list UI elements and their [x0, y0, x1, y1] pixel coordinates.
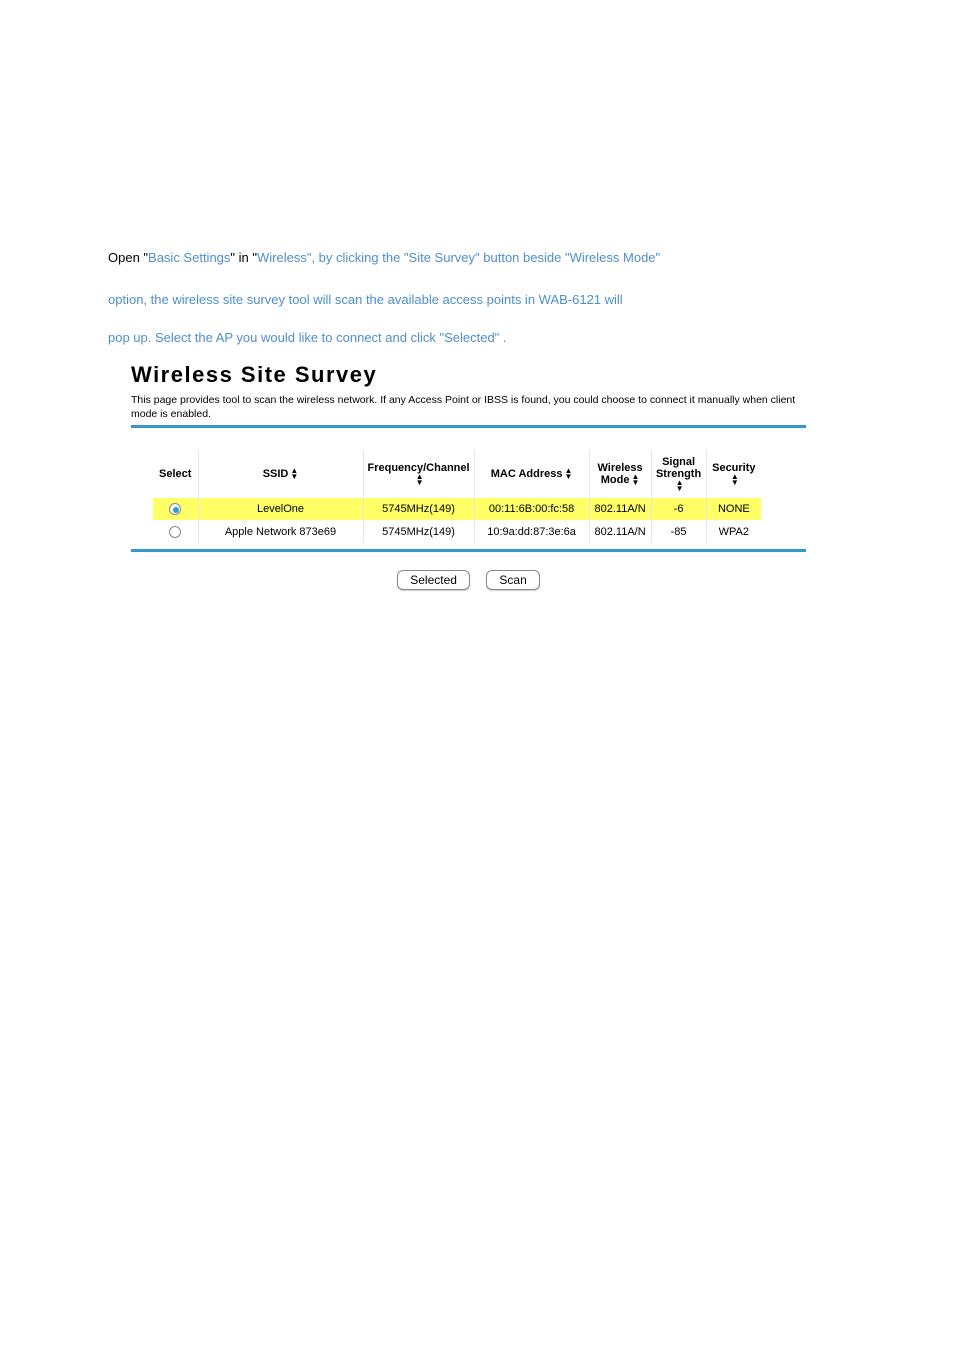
quote-end: ": [656, 250, 661, 265]
header-signal-label: Signal Strength: [656, 456, 701, 480]
divider-bottom: [131, 549, 806, 552]
instruction-line-1: Open "Basic Settings" in "Wireless", by …: [108, 248, 834, 268]
cell-ssid: Apple Network 873e69: [198, 520, 363, 542]
cell-signal: -85: [651, 520, 706, 542]
site-survey-screenshot: Wireless Site Survey This page provides …: [131, 362, 806, 590]
header-security[interactable]: Security: [706, 450, 761, 498]
sort-icon: [731, 474, 739, 486]
cell-mode: 802.11A/N: [589, 498, 651, 520]
beside-text: " button beside ": [475, 250, 570, 265]
header-ssid-label: SSID: [263, 468, 289, 480]
instruction-line-3: pop up. Select the AP you would like to …: [108, 328, 834, 348]
comma-text: ", by clicking the ": [307, 250, 409, 265]
survey-table: Select SSID Frequency/Channel MAC Addres…: [153, 450, 761, 542]
page-description: This page provides tool to scan the wire…: [131, 394, 806, 421]
table-header-row: Select SSID Frequency/Channel MAC Addres…: [153, 450, 761, 498]
buttons-row: Selected Scan: [131, 570, 806, 590]
header-frequency[interactable]: Frequency/Channel: [363, 450, 474, 498]
header-select[interactable]: Select: [153, 450, 198, 498]
cell-freq: 5745MHz(149): [363, 498, 474, 520]
cell-security: WPA2: [706, 520, 761, 542]
sort-icon: [290, 468, 298, 480]
scan-button[interactable]: Scan: [486, 570, 539, 590]
cell-select[interactable]: [153, 520, 198, 542]
divider-top: [131, 425, 806, 428]
sort-icon: [416, 474, 424, 486]
page-title: Wireless Site Survey: [131, 362, 806, 388]
header-mac[interactable]: MAC Address: [474, 450, 589, 498]
cell-mac: 10:9a:dd:87:3e:6a: [474, 520, 589, 542]
basic-settings-text: Basic Settings: [148, 250, 230, 265]
sort-icon: [631, 474, 639, 486]
header-ssid[interactable]: SSID: [198, 450, 363, 498]
table-row[interactable]: LevelOne 5745MHz(149) 00:11:6B:00:fc:58 …: [153, 498, 761, 520]
sort-icon: [564, 468, 572, 480]
header-mac-label: MAC Address: [491, 468, 563, 480]
cell-security: NONE: [706, 498, 761, 520]
header-select-label: Select: [159, 468, 191, 480]
cell-mac: 00:11:6B:00:fc:58: [474, 498, 589, 520]
cell-signal: -6: [651, 498, 706, 520]
header-signal[interactable]: Signal Strength: [651, 450, 706, 498]
cell-select[interactable]: [153, 498, 198, 520]
table-row[interactable]: Apple Network 873e69 5745MHz(149) 10:9a:…: [153, 520, 761, 542]
wireless-text: Wireless: [257, 250, 307, 265]
open-word: Open ": [108, 250, 148, 265]
cell-ssid: LevelOne: [198, 498, 363, 520]
quote-1: " in ": [230, 250, 257, 265]
cell-freq: 5745MHz(149): [363, 520, 474, 542]
instruction-line-2: option, the wireless site survey tool wi…: [108, 290, 834, 310]
wireless-mode-text: Wireless Mode: [570, 250, 656, 265]
cell-mode: 802.11A/N: [589, 520, 651, 542]
site-survey-text: Site Survey: [409, 250, 475, 265]
sort-icon: [676, 480, 684, 492]
selected-button[interactable]: Selected: [397, 570, 470, 590]
radio-selected-icon[interactable]: [169, 503, 181, 515]
radio-unselected-icon[interactable]: [169, 526, 181, 538]
header-mode[interactable]: Wireless Mode: [589, 450, 651, 498]
